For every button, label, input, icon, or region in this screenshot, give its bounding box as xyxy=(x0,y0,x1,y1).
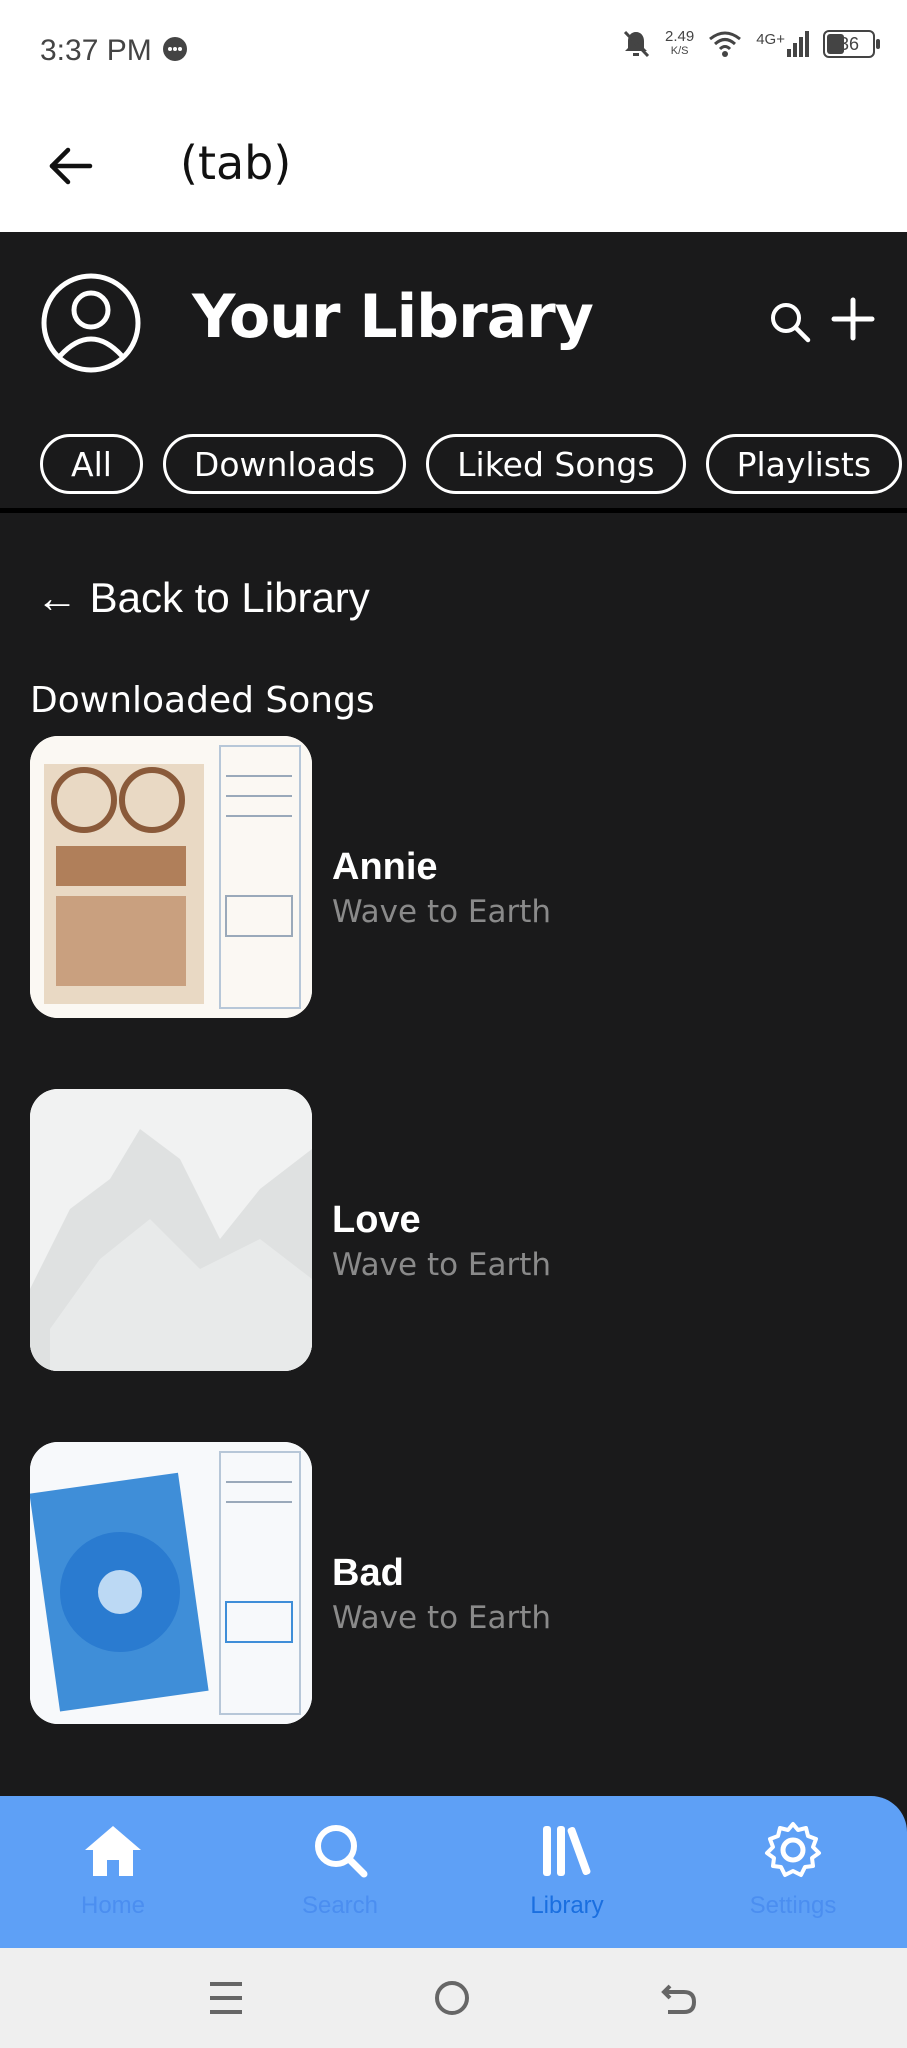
song-row[interactable]: Love Wave to Earth xyxy=(30,1089,850,1373)
nav-label: Settings xyxy=(749,1892,837,1919)
signal-icon xyxy=(787,31,809,57)
nav-home[interactable]: Home xyxy=(23,1820,203,1948)
album-cover xyxy=(30,736,312,1018)
page-title: Your Library xyxy=(192,282,594,352)
song-title: Annie xyxy=(332,846,438,888)
song-artist: Wave to Earth xyxy=(332,1600,552,1636)
back-arrow-icon[interactable] xyxy=(46,142,94,190)
bottom-nav: Home Search Library Settings xyxy=(0,1796,907,1948)
search-icon xyxy=(315,1825,368,1878)
chip-liked-songs[interactable]: Liked Songs xyxy=(426,434,686,494)
net-speed: 2.49 K/S xyxy=(665,28,695,57)
bell-off-icon xyxy=(623,30,650,58)
nav-label: Home xyxy=(80,1892,146,1919)
status-icons: 2.49 K/S 4G+ 36 xyxy=(621,28,880,60)
wifi-icon xyxy=(709,31,742,57)
chip-playlists[interactable]: Playlists xyxy=(705,434,903,494)
song-artist: Wave to Earth xyxy=(332,1247,552,1283)
nav-label: Search xyxy=(301,1892,379,1919)
song-artist: Wave to Earth xyxy=(332,894,552,930)
status-time: 3:37 PM xyxy=(40,34,152,67)
message-icon xyxy=(163,37,187,61)
album-cover xyxy=(30,1442,312,1724)
chip-all[interactable]: All xyxy=(40,434,143,494)
library-icon xyxy=(543,1826,591,1876)
nav-library[interactable]: Library xyxy=(477,1820,657,1948)
song-row[interactable]: Bad Wave to Earth xyxy=(30,1442,850,1726)
nav-search[interactable]: Search xyxy=(250,1820,430,1948)
song-title: Love xyxy=(332,1199,421,1241)
chip-downloads[interactable]: Downloads xyxy=(162,434,407,494)
add-icon[interactable] xyxy=(830,296,876,342)
song-row[interactable]: Annie Wave to Earth xyxy=(30,736,850,1020)
menu-icon[interactable] xyxy=(208,1978,244,2018)
nav-label: Library xyxy=(530,1892,604,1919)
gear-icon xyxy=(765,1822,821,1877)
section-title: Downloaded Songs xyxy=(30,680,375,721)
song-title: Bad xyxy=(332,1552,404,1594)
app-bar: (tab) xyxy=(0,100,907,232)
library-header: Your Library All Downloads Liked Songs P… xyxy=(0,232,907,512)
system-nav-bar xyxy=(0,1948,907,2048)
status-bar: 3:37 PM 2.49 K/S 4G+ 36 xyxy=(0,0,907,100)
header-divider xyxy=(0,508,907,513)
back-icon[interactable] xyxy=(660,1978,700,2018)
search-icon[interactable] xyxy=(768,300,812,344)
nav-settings[interactable]: Settings xyxy=(703,1820,883,1948)
app-bar-title: (tab) xyxy=(180,136,292,190)
back-to-library-link[interactable]: ← Back to Library xyxy=(36,574,370,622)
album-cover xyxy=(30,1089,312,1371)
home-circle-icon[interactable] xyxy=(432,1978,472,2018)
network-signal: 4G+ xyxy=(756,31,809,57)
home-icon xyxy=(85,1826,141,1876)
avatar-icon[interactable] xyxy=(40,272,142,374)
filter-chips: All Downloads Liked Songs Playlists xyxy=(40,434,903,494)
battery-icon: 36 xyxy=(823,30,880,58)
